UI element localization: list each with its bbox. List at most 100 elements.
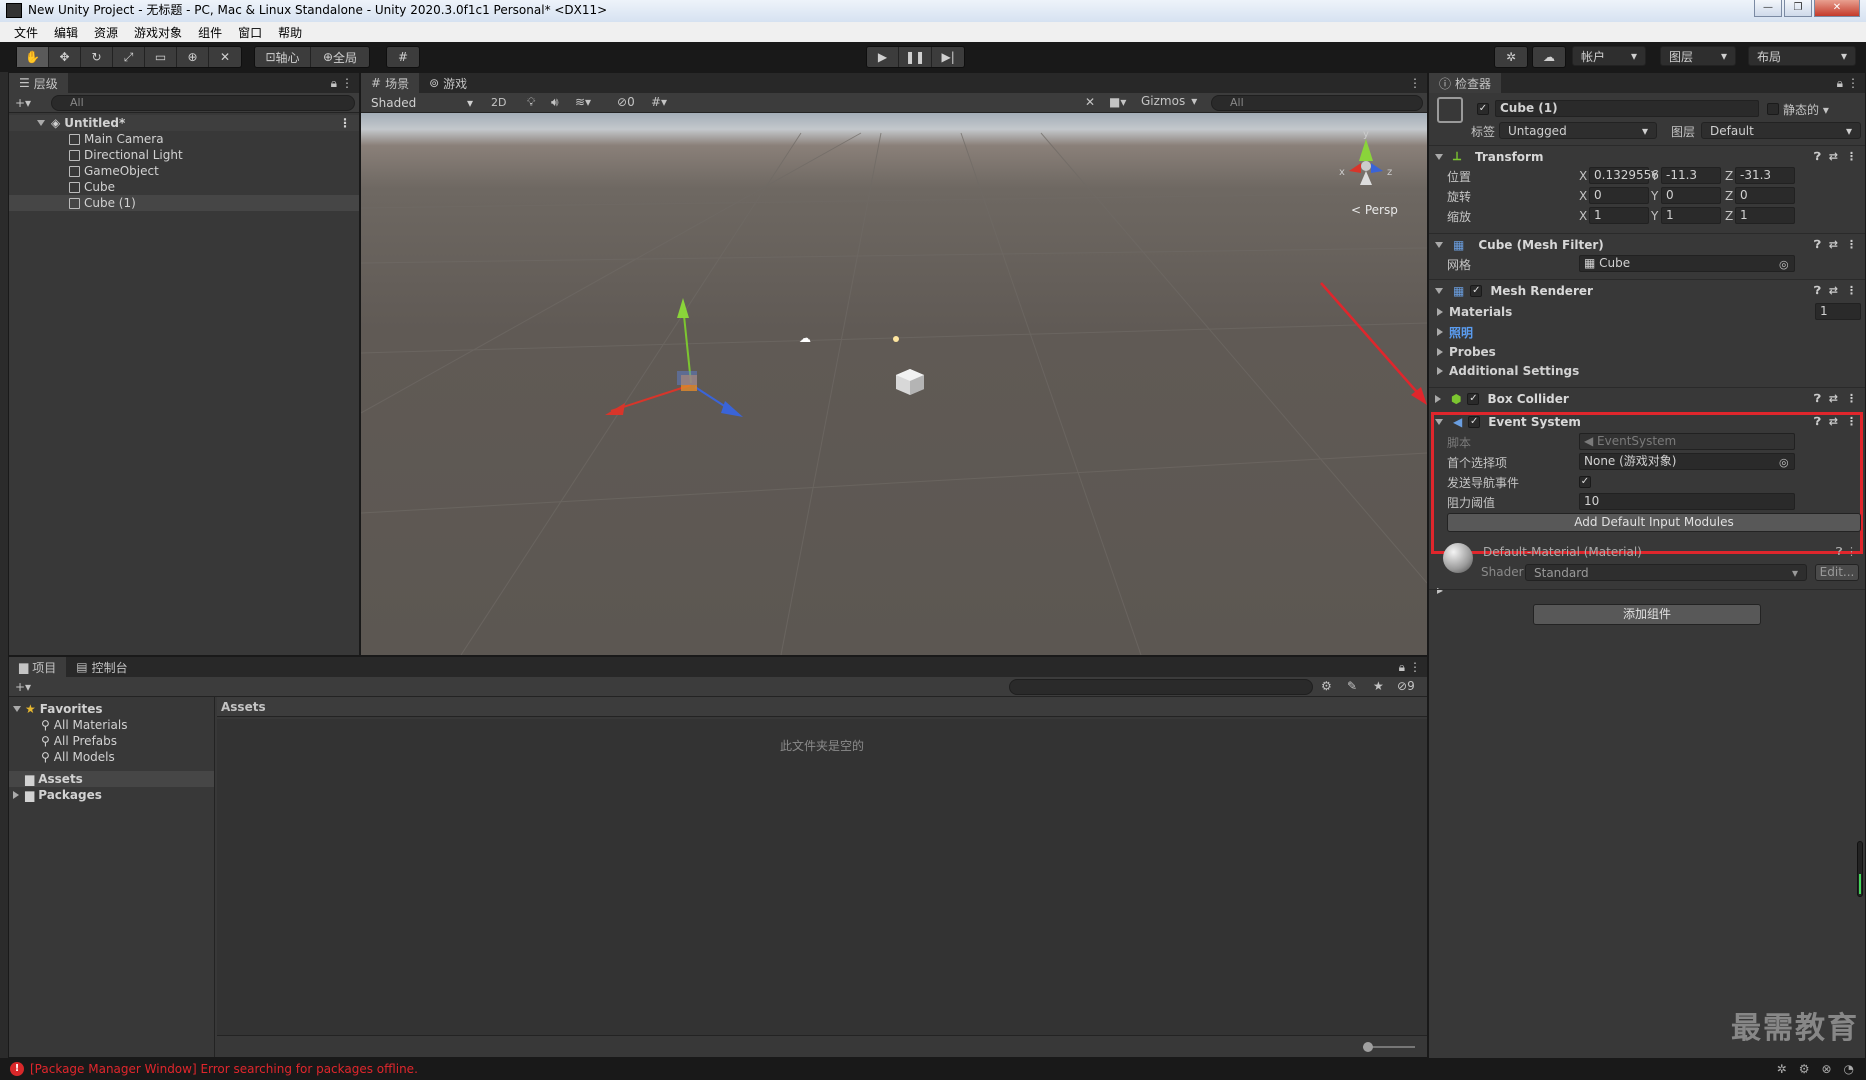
more-icon[interactable]: ⋮ xyxy=(1846,238,1857,252)
help-icon[interactable]: ❓︎ xyxy=(1814,284,1821,298)
tab-inspector[interactable]: ⓘ 检查器 xyxy=(1429,73,1502,93)
status-error-message[interactable]: [Package Manager Window] Error searching… xyxy=(30,1062,418,1076)
favorite-icon[interactable]: ★ xyxy=(1373,679,1384,693)
grid-toggle-icon[interactable]: #▾ xyxy=(651,95,667,109)
scroll-thumb[interactable] xyxy=(1859,874,1861,894)
help-icon[interactable]: ❓︎ xyxy=(1814,415,1821,429)
menu-gameobject[interactable]: 游戏对象 xyxy=(134,24,182,41)
event-system-enabled-checkbox[interactable]: ✓ xyxy=(1468,416,1481,428)
expand-icon[interactable] xyxy=(1437,308,1443,316)
expand-icon[interactable] xyxy=(1435,287,1443,294)
position-x-field[interactable]: 0.1329556 xyxy=(1589,167,1659,184)
rotation-z-field[interactable]: 0 xyxy=(1735,187,1795,204)
hierarchy-search[interactable]: All xyxy=(51,95,355,111)
preset-icon[interactable]: ⇄ xyxy=(1829,392,1838,406)
first-selected-field[interactable]: None (游戏对象) xyxy=(1579,453,1795,470)
box-collider-enabled-checkbox[interactable]: ✓ xyxy=(1467,392,1480,405)
more-icon[interactable]: ⋮ xyxy=(1846,415,1857,429)
more-icon[interactable]: ⋮ xyxy=(1846,392,1857,406)
expand-icon[interactable] xyxy=(37,120,45,126)
menu-window[interactable]: 窗口 xyxy=(238,24,262,41)
more-icon[interactable]: ⋮ xyxy=(1846,545,1857,558)
cloud-icon[interactable]: ☁ xyxy=(1533,47,1565,67)
transform-tool-icon[interactable]: ⊕ xyxy=(177,47,209,67)
more-icon[interactable]: ⋮ xyxy=(1409,660,1421,674)
list-item[interactable]: ⚲ All Prefabs xyxy=(9,733,214,749)
static-checkbox[interactable] xyxy=(1767,103,1779,115)
more-icon[interactable]: ⋮ xyxy=(339,115,351,131)
active-checkbox[interactable]: ✓ xyxy=(1477,103,1489,115)
list-item[interactable]: GameObject xyxy=(9,163,359,179)
mode-2d-button[interactable]: 2D xyxy=(491,96,506,109)
pause-button[interactable]: ❚❚ xyxy=(899,47,933,67)
pivot-button[interactable]: ⊡ 轴心 xyxy=(255,47,311,67)
tab-hierarchy[interactable]: ☰ 层级 xyxy=(9,73,68,93)
tab-scene[interactable]: # 场景 xyxy=(361,73,420,93)
drag-threshold-field[interactable]: 10 xyxy=(1579,493,1795,510)
search-by-label-icon[interactable]: ✎ xyxy=(1347,679,1357,693)
scrollbar[interactable] xyxy=(1857,841,1863,897)
expand-icon[interactable] xyxy=(1437,348,1443,356)
maximize-button[interactable]: ❐ xyxy=(1784,0,1812,17)
layers-dropdown[interactable]: 图层 ▾ xyxy=(1660,46,1736,66)
tag-dropdown[interactable]: Untagged ▾ xyxy=(1499,122,1657,139)
send-navigation-checkbox[interactable]: ✓ xyxy=(1579,476,1591,488)
menu-file[interactable]: 文件 xyxy=(14,24,38,41)
orientation-gizmo[interactable]: y x z xyxy=(1339,129,1392,185)
materials-count-field[interactable]: 1 xyxy=(1815,303,1861,320)
shader-edit-button[interactable]: Edit... xyxy=(1815,564,1859,581)
expand-icon[interactable] xyxy=(1435,153,1443,160)
help-icon[interactable]: ❓︎ xyxy=(1814,150,1821,164)
lock-icon[interactable]: 🔒︎ xyxy=(331,76,337,91)
preset-icon[interactable]: ⇄ xyxy=(1829,284,1838,298)
expand-icon[interactable] xyxy=(1435,394,1441,403)
more-icon[interactable]: ⋮ xyxy=(341,76,353,90)
preset-icon[interactable]: ⇄ xyxy=(1829,415,1838,429)
more-icon[interactable]: ⋮ xyxy=(1409,76,1421,90)
progress-icon[interactable]: ◔ xyxy=(1844,1062,1854,1076)
rotate-tool-icon[interactable]: ↻ xyxy=(81,47,113,67)
gizmos-dropdown[interactable]: Gizmos ▾ xyxy=(1141,94,1197,108)
move-tool-icon[interactable]: ✥ xyxy=(49,47,81,67)
assets-folder-row[interactable]: ▆ Assets xyxy=(9,771,214,787)
help-icon[interactable]: ❓︎ xyxy=(1814,392,1821,406)
tools-icon[interactable]: ✕ xyxy=(1085,95,1095,109)
shader-dropdown[interactable]: Standard ▾ xyxy=(1525,564,1807,581)
hidden-objects-icon[interactable]: ⊘0 xyxy=(617,95,635,109)
search-by-type-icon[interactable]: ⚙ xyxy=(1321,679,1332,693)
light-gizmo-icon[interactable] xyxy=(893,336,899,342)
rotation-x-field[interactable]: 0 xyxy=(1589,187,1649,204)
add-icon[interactable]: +▾ xyxy=(15,96,31,110)
add-component-button[interactable]: 添加组件 xyxy=(1533,604,1761,625)
more-icon[interactable]: ⋮ xyxy=(1847,76,1859,90)
cache-icon[interactable]: ⊗ xyxy=(1821,1062,1831,1076)
object-picker-icon[interactable]: ◎ xyxy=(1779,456,1789,469)
list-item[interactable]: Cube xyxy=(9,179,359,195)
scene-row[interactable]: ◈ Untitled* ⋮ xyxy=(9,115,359,131)
add-icon[interactable]: +▾ xyxy=(15,680,31,694)
hidden-packages-icon[interactable]: ⊘9 xyxy=(1397,679,1415,693)
more-icon[interactable]: ⋮ xyxy=(1846,150,1857,164)
audio-icon[interactable]: 🔊︎ xyxy=(551,95,559,110)
rect-tool-icon[interactable]: ▭ xyxy=(145,47,177,67)
layer-dropdown[interactable]: Default ▾ xyxy=(1701,122,1861,139)
camera-icon[interactable]: ■▾ xyxy=(1109,95,1126,109)
position-y-field[interactable]: -11.3 xyxy=(1661,167,1721,184)
event-system-header[interactable]: ◀︎ ✓ Event System ❓︎ ⇄ ⋮ xyxy=(1429,411,1865,433)
scale-tool-icon[interactable]: ⤢ xyxy=(113,47,145,67)
mesh-field[interactable]: ▦ Cube xyxy=(1579,255,1795,272)
tab-console[interactable]: ▤ 控制台 xyxy=(66,657,137,677)
scene-search[interactable]: All xyxy=(1211,95,1423,111)
help-icon[interactable]: ❓︎ xyxy=(1836,545,1843,558)
menu-component[interactable]: 组件 xyxy=(198,24,222,41)
global-button[interactable]: ⊕ 全局 xyxy=(311,47,369,67)
hand-tool-icon[interactable]: ✋ xyxy=(17,47,49,67)
packages-folder-row[interactable]: ▆ Packages xyxy=(9,787,214,803)
list-item[interactable]: ⚲ All Models xyxy=(9,749,214,765)
scene-viewport[interactable]: ☁ y x z < Persp xyxy=(361,113,1427,655)
scale-z-field[interactable]: 1 xyxy=(1735,207,1795,224)
close-button[interactable]: ✕ xyxy=(1814,0,1860,17)
expand-icon[interactable] xyxy=(1437,367,1443,375)
scale-x-field[interactable]: 1 xyxy=(1589,207,1649,224)
object-picker-icon[interactable]: ◎ xyxy=(1779,258,1789,271)
